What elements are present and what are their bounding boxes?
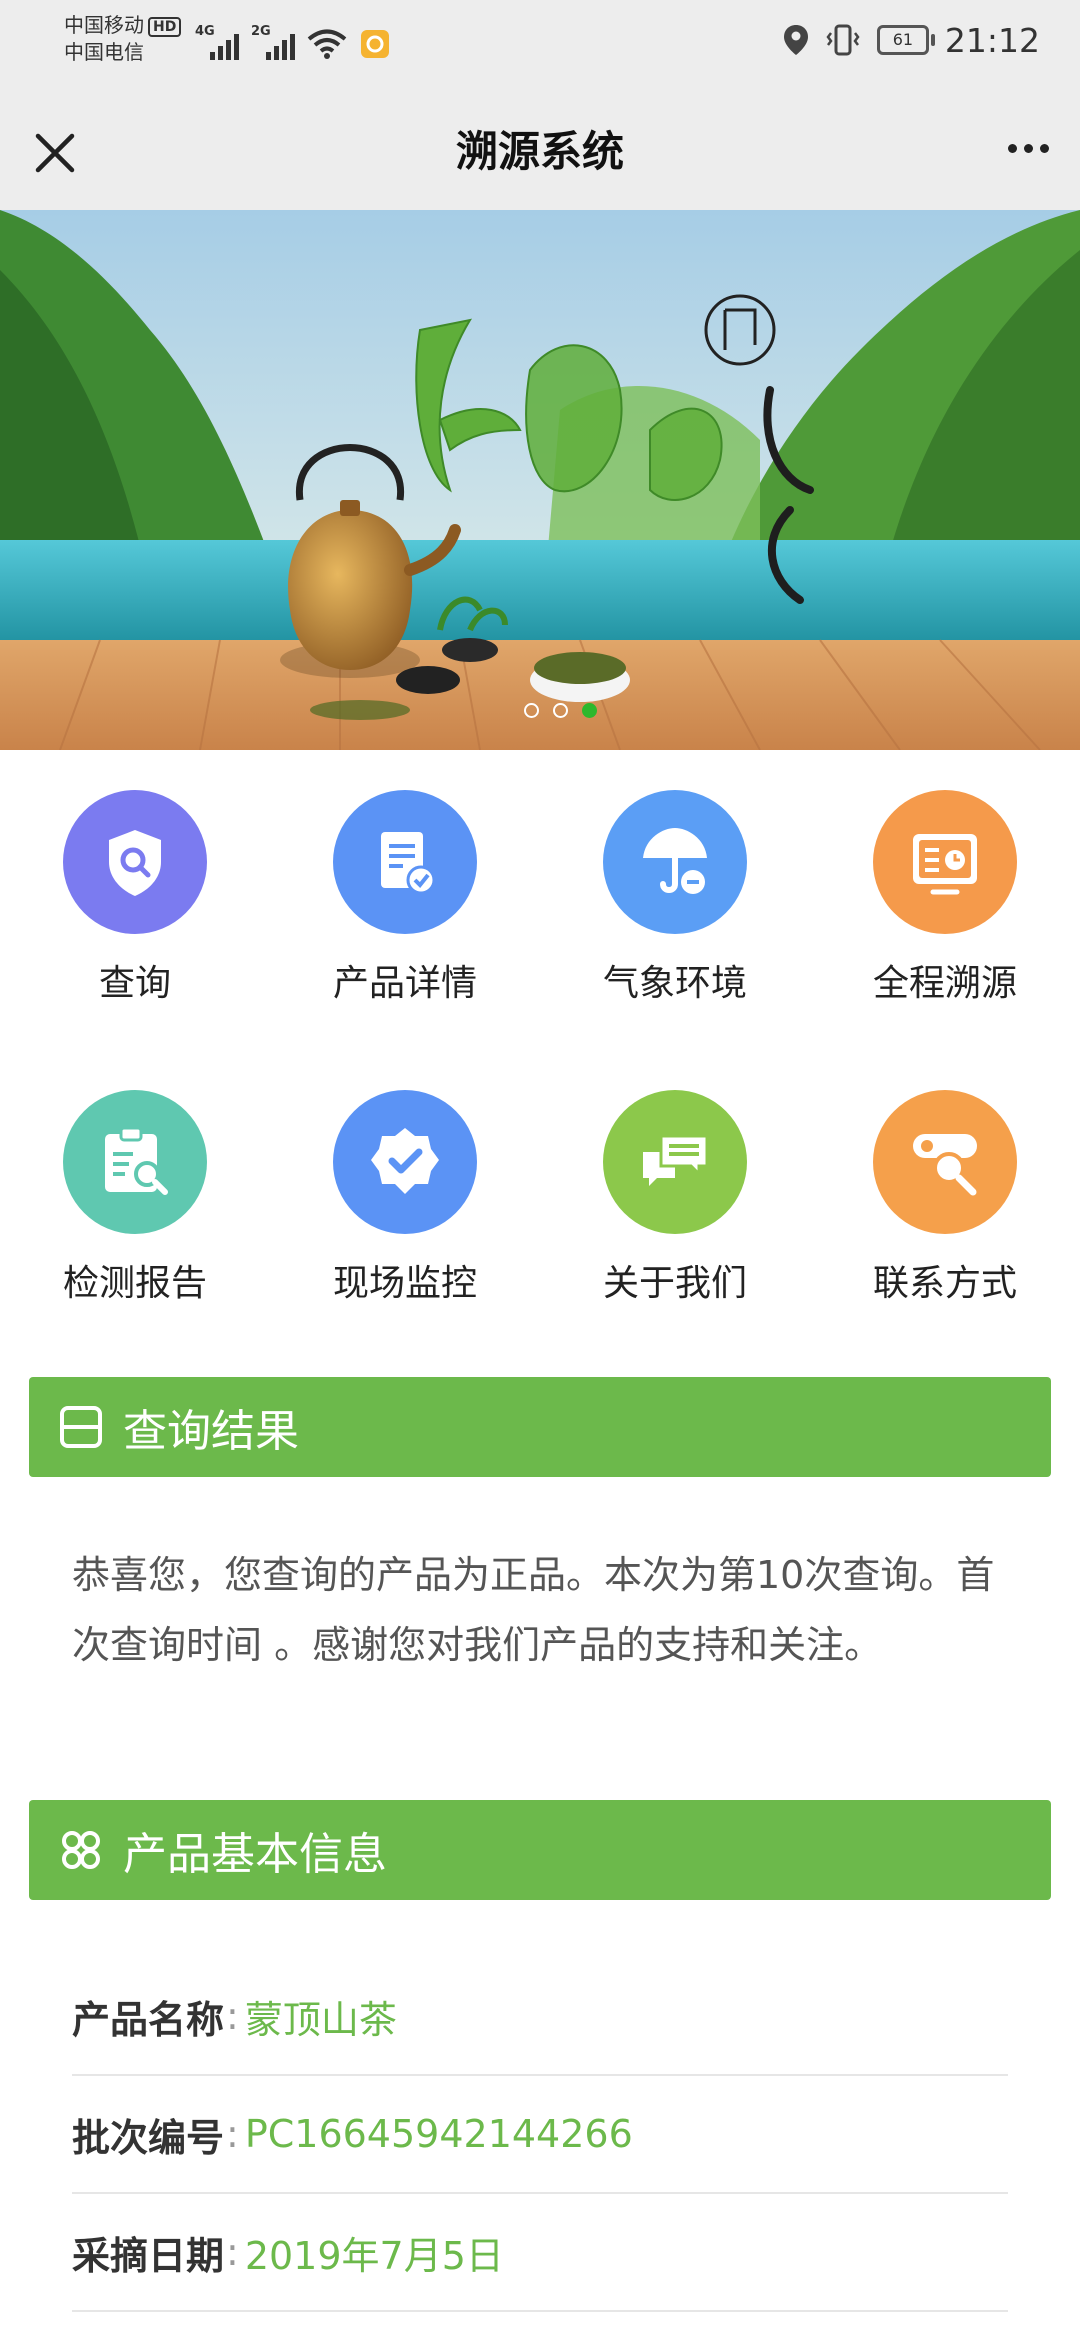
carousel-dot-active[interactable] bbox=[581, 703, 597, 718]
result-message: 恭喜您，您查询的产品为正品。本次为第10次查询。首次查询时间 。感谢您对我们产品… bbox=[72, 1553, 995, 1667]
info-separator: : bbox=[226, 1994, 239, 2038]
menu-item-label: 联系方式 bbox=[872, 1263, 1017, 1304]
info-separator: : bbox=[226, 2230, 239, 2274]
info-value: PC16645942144266 bbox=[244, 2112, 633, 2156]
basic-info-section-header: 产品基本信息 bbox=[29, 1800, 1051, 1900]
menu-item-about-us[interactable]: 关于我们 bbox=[540, 1090, 810, 1306]
result-section-title: 查询结果 bbox=[123, 1406, 299, 1457]
menu-item-live-monitor[interactable]: 现场监控 bbox=[270, 1090, 540, 1306]
page-title: 溯源系统 bbox=[455, 127, 624, 176]
card-list-icon bbox=[59, 1405, 103, 1449]
info-label: 采摘日期 bbox=[72, 2233, 225, 2278]
info-row-pick-date: 采摘日期:2019年7月5日 bbox=[72, 2194, 1008, 2312]
banner-image bbox=[0, 210, 1080, 750]
app-notification-icon bbox=[361, 30, 389, 58]
menu-item-full-trace[interactable]: 全程溯源 bbox=[810, 790, 1080, 1006]
carrier-1: 中国移动 bbox=[64, 13, 144, 37]
location-icon bbox=[783, 25, 808, 55]
battery-icon: 61 bbox=[876, 25, 935, 55]
result-section-header: 查询结果 bbox=[29, 1377, 1051, 1477]
carousel-dot[interactable] bbox=[552, 703, 568, 718]
more-options-button[interactable] bbox=[1000, 120, 1056, 176]
info-label: 产品名称 bbox=[72, 1997, 225, 2042]
info-value: 2019年7月5日 bbox=[244, 2233, 504, 2278]
info-label: 批次编号 bbox=[72, 2115, 225, 2160]
menu-item-label: 全程溯源 bbox=[872, 963, 1017, 1004]
menu-item-test-report[interactable]: 检测报告 bbox=[0, 1090, 270, 1306]
status-right: 61 21:12 bbox=[783, 16, 1040, 64]
carrier-info: 中国移动 HD 中国电信 bbox=[64, 12, 182, 66]
clipboard-search-icon bbox=[63, 1090, 207, 1234]
document-check-icon bbox=[333, 790, 477, 934]
basic-info-section-title: 产品基本信息 bbox=[123, 1829, 387, 1880]
more-dot-icon bbox=[1023, 143, 1033, 153]
clock: 21:12 bbox=[944, 20, 1040, 60]
umbrella-icon bbox=[603, 790, 747, 934]
more-dot-icon bbox=[1039, 143, 1049, 153]
shield-search-icon bbox=[63, 790, 207, 934]
info-separator: : bbox=[226, 2112, 239, 2156]
badge-check-icon bbox=[333, 1090, 477, 1234]
chat-bubbles-icon bbox=[603, 1090, 747, 1234]
menu-item-label: 现场监控 bbox=[332, 1263, 477, 1304]
more-dot-icon bbox=[1007, 143, 1017, 153]
banner-carousel[interactable] bbox=[0, 210, 1080, 750]
menu-item-label: 产品详情 bbox=[332, 963, 477, 1004]
menu-item-product-detail[interactable]: 产品详情 bbox=[270, 790, 540, 1006]
menu-item-label: 查询 bbox=[98, 963, 171, 1004]
signal-icons: 4G 2G bbox=[195, 20, 391, 60]
menu-item-query[interactable]: 查询 bbox=[0, 790, 270, 1006]
info-row-batch-number: 批次编号: PC16645942144266 bbox=[72, 2076, 1008, 2194]
vibrate-icon bbox=[826, 24, 860, 56]
magnifier-card-icon bbox=[873, 1090, 1017, 1234]
status-bar: 中国移动 HD 中国电信 4G 2G 61 21:12 bbox=[0, 0, 1080, 80]
menu-item-label: 关于我们 bbox=[602, 1263, 747, 1304]
menu-item-label: 气象环境 bbox=[602, 963, 747, 1004]
signal-icon: 4G bbox=[195, 24, 239, 60]
clock-card-icon bbox=[873, 790, 1017, 934]
clover-icon bbox=[59, 1828, 103, 1872]
menu-item-label: 检测报告 bbox=[62, 1263, 207, 1304]
menu-item-weather[interactable]: 气象环境 bbox=[540, 790, 810, 1006]
info-row-product-name: 产品名称: 蒙顶山茶 bbox=[72, 1958, 1008, 2076]
carousel-dot[interactable] bbox=[523, 703, 539, 718]
nav-bar: 溯源系统 bbox=[0, 80, 1080, 210]
menu-item-contact[interactable]: 联系方式 bbox=[810, 1090, 1080, 1306]
wifi-icon bbox=[307, 29, 347, 59]
info-value: 蒙顶山茶 bbox=[244, 1997, 397, 2042]
carousel-indicators bbox=[40, 703, 1080, 718]
hd-badge: HD bbox=[148, 16, 182, 37]
signal-icon: 2G bbox=[251, 24, 295, 60]
carrier-2: 中国电信 bbox=[64, 40, 144, 64]
